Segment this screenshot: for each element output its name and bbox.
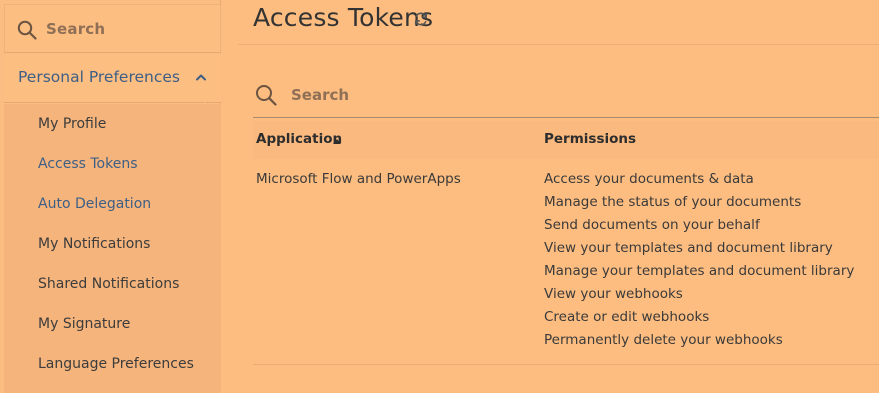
sort-ascending-icon[interactable] [333, 139, 341, 144]
table-header: Application Permissions [253, 121, 879, 159]
permission-item: Create or edit webhooks [544, 309, 710, 325]
main-content: Access Tokens Search Application Permiss… [238, 0, 879, 393]
token-search-input[interactable]: Search [253, 72, 879, 118]
sidebar-search-placeholder: Search [46, 20, 106, 38]
token-search-placeholder: Search [291, 86, 350, 104]
menu-pointer [194, 93, 216, 103]
search-icon [256, 85, 277, 106]
application-name: Microsoft Flow and PowerApps [256, 171, 461, 187]
sidebar-item-shared-notifications[interactable]: Shared Notifications [38, 276, 179, 292]
sidebar-item-my-profile[interactable]: My Profile [38, 116, 106, 132]
refresh-icon[interactable] [413, 11, 429, 27]
permission-item: Manage your templates and document libra… [544, 263, 855, 279]
column-header-application[interactable]: Application [256, 131, 342, 147]
title-bar: Access Tokens [238, 0, 879, 45]
sidebar-item-access-tokens[interactable]: Access Tokens [38, 156, 138, 172]
column-header-permissions: Permissions [544, 131, 637, 147]
permission-item: View your templates and document library [544, 240, 833, 256]
sidebar-item-auto-delegation[interactable]: Auto Delegation [38, 196, 151, 212]
page-title: Access Tokens [253, 3, 434, 32]
sidebar: Search Personal Preferences My Profile A… [0, 0, 221, 393]
personal-preferences-label: Personal Preferences [18, 68, 180, 86]
sidebar-item-language-preferences[interactable]: Language Preferences [38, 356, 194, 372]
permission-item: Permanently delete your webhooks [544, 332, 783, 348]
personal-preferences-toggle[interactable]: Personal Preferences [4, 54, 221, 103]
table-row[interactable]: Microsoft Flow and PowerApps Access your… [253, 159, 879, 365]
permission-item: View your webhooks [544, 286, 683, 302]
permission-item: Access your documents & data [544, 171, 754, 187]
sidebar-search[interactable]: Search [4, 4, 221, 53]
permissions-list: Access your documents & data Manage the … [544, 171, 854, 355]
chevron-up-icon [196, 74, 206, 81]
permission-item: Send documents on your behalf [544, 217, 760, 233]
permission-item: Manage the status of your documents [544, 194, 802, 210]
search-icon [17, 20, 37, 40]
sidebar-item-my-signature[interactable]: My Signature [38, 316, 130, 332]
sidebar-item-my-notifications[interactable]: My Notifications [38, 236, 150, 252]
preferences-submenu: My Profile Access Tokens Auto Delegation… [4, 104, 221, 393]
